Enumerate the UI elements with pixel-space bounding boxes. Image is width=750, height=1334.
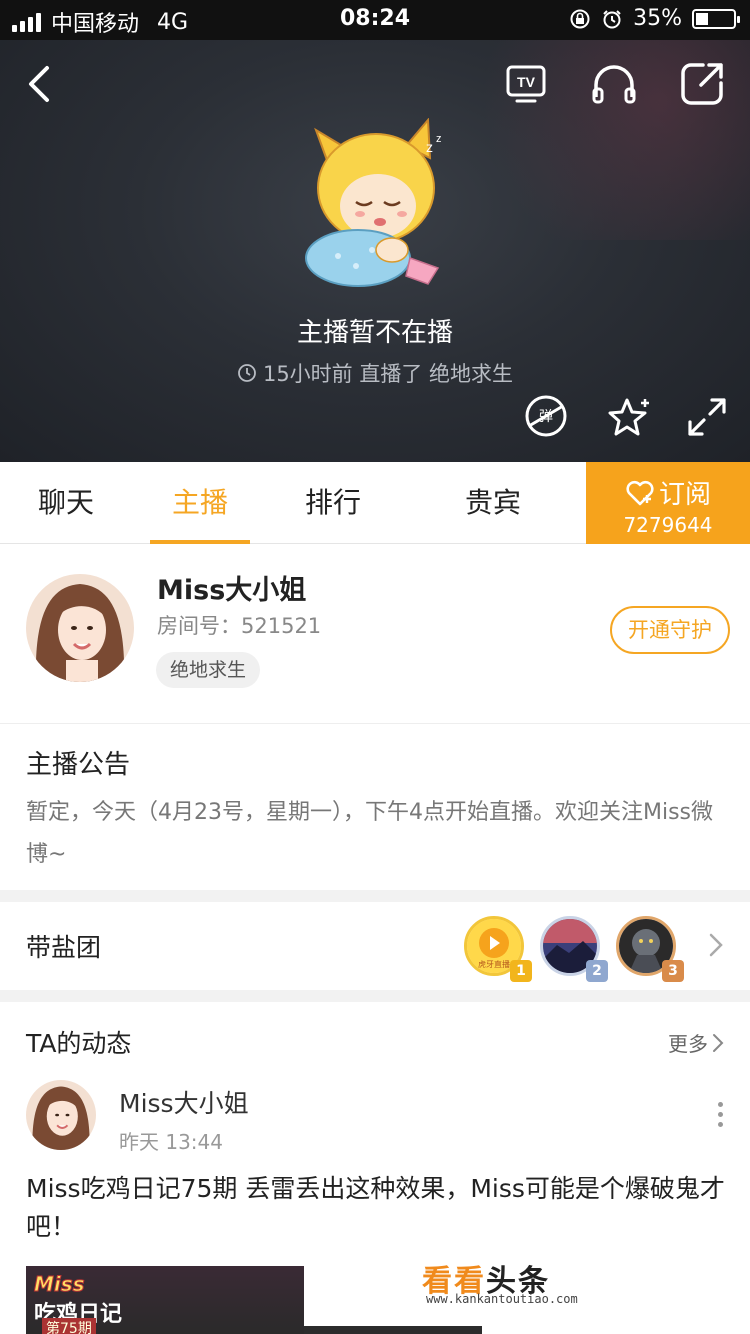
thumb-line-1: Miss	[34, 1272, 86, 1297]
host-portrait-image	[26, 574, 134, 682]
dynamics-title: TA的动态	[26, 1029, 132, 1058]
svg-text:z: z	[426, 139, 433, 155]
post-author-portrait	[26, 1080, 96, 1150]
fullscreen-icon	[688, 398, 726, 436]
host-avatar[interactable]	[26, 574, 134, 682]
tv-icon: TV	[506, 65, 546, 103]
watermark-url: www.kankantoutiao.com	[426, 1292, 578, 1306]
sleeping-mascot-illustration: z z	[305, 118, 442, 287]
thumb-line-3: 第75期	[42, 1318, 96, 1334]
fan-badge-text: 虎牙直播	[478, 959, 510, 969]
clock-icon	[238, 364, 256, 382]
video-player[interactable]: TV z z 主播暂不在播 15小时前 直播了 绝地求生 弹	[0, 40, 750, 462]
watermark: 看看头条 www.kankantoutiao.com	[422, 1256, 638, 1312]
tab-chat[interactable]: 聊天	[26, 462, 106, 544]
danmaku-icon: 弹	[525, 395, 567, 437]
subscriber-count: 7279644	[623, 513, 713, 537]
post-time: 昨天 13:44	[119, 1130, 223, 1154]
post-video-thumbnail-2[interactable]	[304, 1326, 482, 1334]
post-author-avatar[interactable]	[26, 1080, 96, 1150]
fan-avatar-1[interactable]: 虎牙直播 1	[464, 916, 532, 982]
fan-group-title: 带盐团	[26, 933, 102, 962]
game-tag[interactable]: 绝地求生	[156, 652, 261, 688]
host-card: Miss大小姐 房间号：521521 绝地求生 开通守护	[0, 544, 750, 724]
back-button[interactable]	[18, 62, 58, 106]
tv-cast-button[interactable]: TV	[504, 62, 548, 106]
fan-avatar-3[interactable]: 3	[616, 916, 684, 982]
announcement-section: 主播公告 暂定，今天（4月23号，星期一），下午4点开始直播。欢迎关注Miss微…	[0, 724, 750, 890]
alarm-icon	[603, 9, 621, 28]
guard-button[interactable]: 开通守护	[610, 606, 730, 654]
audio-only-button[interactable]	[590, 62, 638, 106]
fan-group-row[interactable]: 带盐团 虎牙直播 1 2 3	[0, 902, 750, 990]
post-text[interactable]: Miss吃鸡日记75期 丢雷丢出这种效果，Miss可能是个爆破鬼才吧！	[26, 1170, 726, 1246]
rank-badge-1: 1	[510, 960, 532, 982]
battery-percent: 35%	[633, 6, 682, 31]
battery-icon	[692, 8, 740, 29]
share-button[interactable]	[678, 60, 726, 108]
headphones-icon	[592, 65, 636, 104]
more-label: 更多	[668, 1032, 708, 1056]
tab-bar: 聊天 主播 排行 贵宾 订阅 7279644	[0, 462, 750, 544]
more-link[interactable]: 更多	[668, 1028, 724, 1057]
room-number: 房间号：521521	[157, 614, 322, 638]
chevron-right-icon	[709, 933, 723, 957]
share-icon	[681, 63, 723, 105]
status-bar: 中国移动 4G 08:24 35%	[0, 0, 750, 40]
announcement-body: 暂定，今天（4月23号，星期一），下午4点开始直播。欢迎关注Miss微博~	[26, 800, 714, 867]
subscribe-button[interactable]: 订阅 7279644	[586, 462, 750, 544]
last-live-text: 15小时前 直播了 绝地求生	[262, 362, 514, 386]
danmaku-label: 弹	[539, 409, 553, 425]
rotation-lock-icon	[570, 9, 590, 28]
host-name: Miss大小姐	[157, 575, 307, 606]
post-video-thumbnail[interactable]: Miss 吃鸡日记 第75期	[26, 1266, 304, 1334]
fan-avatar-2[interactable]: 2	[540, 916, 608, 982]
announcement-title: 主播公告	[26, 750, 131, 780]
heart-plus-icon	[626, 480, 654, 505]
danmaku-toggle[interactable]: 弹	[522, 392, 570, 440]
offline-title: 主播暂不在播	[296, 318, 453, 348]
chevron-right-icon	[713, 1033, 724, 1052]
svg-text:TV: TV	[517, 74, 536, 90]
chevron-left-icon	[29, 66, 49, 102]
fullscreen-button[interactable]	[684, 394, 730, 440]
rank-badge-2: 2	[586, 960, 608, 982]
more-options-icon[interactable]	[718, 1102, 724, 1132]
tab-host[interactable]: 主播	[150, 462, 250, 544]
last-live-info: 15小时前 直播了 绝地求生	[0, 358, 750, 388]
tab-vip[interactable]: 贵宾	[453, 462, 533, 544]
subscribe-label: 订阅	[658, 480, 711, 510]
post-author-name[interactable]: Miss大小姐	[119, 1084, 249, 1120]
svg-text:z: z	[436, 133, 442, 145]
tab-ranking[interactable]: 排行	[293, 462, 373, 544]
effects-button[interactable]	[606, 394, 654, 440]
star-sparkle-icon	[608, 398, 649, 436]
rank-badge-3: 3	[662, 960, 684, 982]
